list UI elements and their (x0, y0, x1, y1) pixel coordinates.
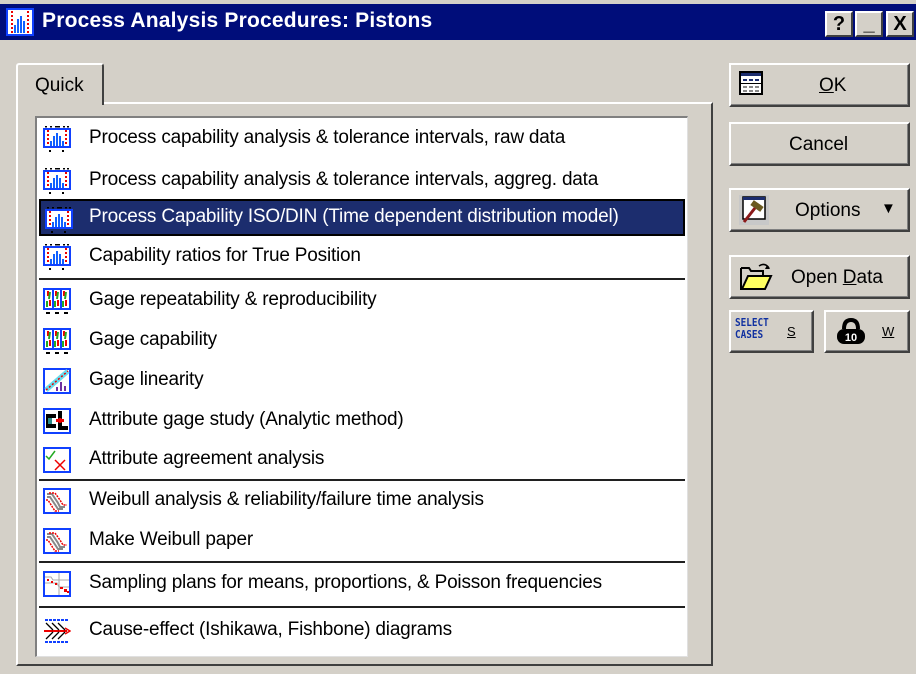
list-item-label: Gage linearity (89, 369, 204, 390)
open-folder-icon (740, 263, 773, 290)
histogram-app-icon (6, 8, 34, 36)
attribute-agreement-icon (43, 447, 71, 473)
list-item[interactable]: Make Weibull paper (39, 522, 685, 559)
list-item[interactable]: Weibull analysis & reliability/failure t… (39, 482, 685, 519)
gage-rr-icon (43, 288, 71, 314)
process-capability-icon (43, 168, 71, 194)
list-item-label: Make Weibull paper (89, 529, 253, 550)
options-label: Options (795, 200, 861, 221)
list-item[interactable]: Sampling plans for means, proportions, &… (39, 565, 685, 602)
gage-rr-icon (43, 328, 71, 354)
list-item[interactable]: Process capability analysis & tolerance … (39, 162, 685, 199)
svg-text:10: 10 (845, 332, 857, 344)
process-capability-icon (45, 207, 73, 233)
list-item-label: Attribute agreement analysis (89, 448, 325, 469)
group-separator (39, 479, 685, 481)
open-data-label: Open Data (791, 267, 883, 288)
list-item-label: Capability ratios for True Position (89, 245, 361, 266)
list-item-label: Process capability analysis & tolerance … (89, 127, 566, 148)
procedures-list[interactable]: Process capability analysis & tolerance … (35, 116, 688, 657)
cancel-button[interactable]: Cancel (729, 122, 910, 166)
list-item[interactable]: Gage capability (39, 322, 685, 359)
list-item-label: Process capability analysis & tolerance … (89, 169, 599, 190)
list-item[interactable]: Cause-effect (Ishikawa, Fishbone) diagra… (39, 612, 685, 649)
select-cases-mnemonic: S (787, 324, 796, 339)
dropdown-arrow-icon: ▼ (881, 200, 896, 217)
group-separator (39, 606, 685, 608)
list-item[interactable]: Gage linearity (39, 362, 685, 399)
list-item-label: Attribute gage study (Analytic method) (89, 409, 404, 430)
weights-button[interactable]: 10 W (824, 310, 910, 353)
options-button[interactable]: Options ▼ (729, 188, 910, 232)
select-cases-button[interactable]: SELECT CASES S (729, 310, 814, 353)
minimize-button[interactable]: _ (855, 11, 883, 37)
process-capability-icon (43, 126, 71, 152)
list-item-label: Cause-effect (Ishikawa, Fishbone) diagra… (89, 619, 452, 640)
weights-mnemonic: W (882, 324, 895, 339)
process-capability-icon (43, 244, 71, 270)
sampling-plans-icon (43, 571, 71, 597)
weibull-icon (43, 528, 71, 554)
list-item-label: Sampling plans for means, proportions, &… (89, 572, 602, 593)
window-title: Process Analysis Procedures: Pistons (42, 9, 433, 32)
tab-quick[interactable]: Quick (16, 63, 104, 105)
weight-icon: 10 (837, 317, 865, 344)
cancel-label: Cancel (789, 134, 849, 155)
list-item[interactable]: Attribute gage study (Analytic method) (39, 402, 685, 439)
list-item-label: Weibull analysis & reliability/failure t… (89, 489, 484, 510)
list-item[interactable]: Capability ratios for True Position (39, 238, 685, 275)
close-button[interactable]: X (886, 11, 914, 37)
spreadsheet-icon (739, 71, 763, 95)
list-item[interactable]: Attribute agreement analysis (39, 441, 685, 478)
list-item-label: Gage repeatability & reproducibility (89, 289, 377, 310)
group-separator (39, 278, 685, 280)
list-item-label: Process Capability ISO/DIN (Time depende… (89, 206, 619, 227)
weibull-icon (43, 488, 71, 514)
attribute-gage-icon (43, 408, 71, 434)
tab-quick-label: Quick (35, 75, 84, 96)
list-item[interactable]: Process Capability ISO/DIN (Time depende… (39, 199, 685, 236)
list-item[interactable]: Gage repeatability & reproducibility (39, 282, 685, 319)
help-button[interactable]: ? (825, 11, 853, 37)
fishbone-icon (43, 618, 72, 644)
ok-label: OK (819, 75, 847, 96)
list-item-label: Gage capability (89, 329, 217, 350)
select-cases-icon: SELECT CASES (735, 316, 769, 341)
gage-linearity-icon (43, 368, 71, 394)
list-item[interactable]: Process capability analysis & tolerance … (39, 120, 685, 157)
title-bar: Process Analysis Procedures: Pistons ? _… (0, 4, 916, 40)
open-data-button[interactable]: Open Data (729, 255, 910, 299)
hammer-icon (739, 195, 769, 225)
ok-button[interactable]: OK (729, 63, 910, 107)
group-separator (39, 561, 685, 563)
